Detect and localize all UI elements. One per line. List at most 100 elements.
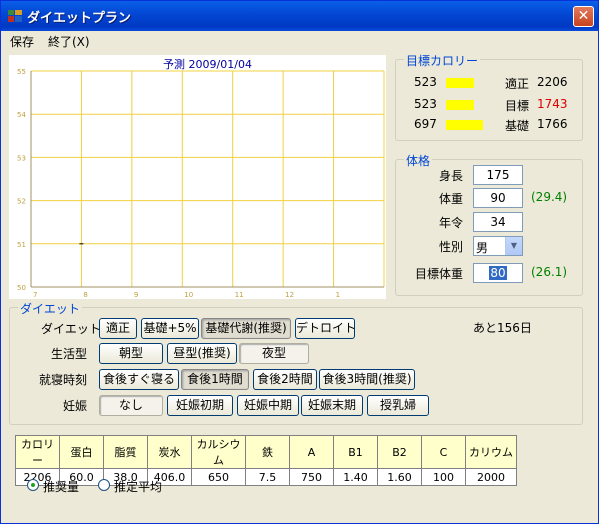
calorie-label: 適正 bbox=[505, 77, 530, 91]
weight-bmi: (29.4) bbox=[531, 190, 568, 204]
average-radio[interactable] bbox=[98, 479, 110, 491]
diet-option-button[interactable]: 妊娠末期 bbox=[301, 395, 363, 416]
nutrition-value-cell: 2000 bbox=[465, 468, 517, 486]
diet-option-button[interactable]: 昼型(推奨) bbox=[167, 343, 237, 364]
recommended-radio[interactable] bbox=[27, 479, 39, 491]
calorie-bar bbox=[446, 120, 483, 130]
diet-option-button[interactable]: 食後2時間 bbox=[253, 369, 317, 390]
y-tick-label: 51 bbox=[17, 241, 26, 249]
body-group-title: 体格 bbox=[404, 152, 433, 169]
y-tick-label: 55 bbox=[17, 68, 26, 76]
sex-label: 性別 bbox=[439, 240, 464, 254]
nutrition-value-row: 2206 60.0 38.0 406.0 650 7.5 750 1.40 1.60 100 200… bbox=[15, 468, 517, 486]
y-tick-label: 52 bbox=[17, 198, 26, 206]
forecast-chart: 予測 2009/01/04 7 8 9 10 11 12 1 50 51 52 53 54 55 bbox=[9, 55, 386, 299]
sex-select-value: 男 bbox=[476, 241, 489, 255]
diet-option-button[interactable]: デトロイト bbox=[295, 318, 356, 339]
diet-option-button[interactable]: 朝型 bbox=[99, 343, 163, 364]
weight-label: 体重 bbox=[439, 192, 464, 206]
diet-row-label: 就寝時刻 bbox=[39, 373, 88, 387]
x-tick-label: 11 bbox=[235, 291, 244, 299]
target-weight-label: 目標体重 bbox=[415, 267, 464, 281]
age-label: 年令 bbox=[439, 216, 464, 230]
y-tick-label: 53 bbox=[17, 154, 26, 162]
x-tick-label: 1 bbox=[336, 291, 340, 299]
nutrition-header-cell: カリウム bbox=[465, 435, 517, 469]
calorie-bar bbox=[446, 78, 474, 88]
calorie-amount: 1743 bbox=[537, 97, 568, 111]
recommended-label[interactable]: 推奨量 bbox=[43, 478, 79, 495]
close-button[interactable]: ✕ bbox=[573, 6, 594, 27]
nutrition-value-cell: 7.5 bbox=[245, 468, 290, 486]
nutrition-table: カロリー 蛋白 脂質 炭水 カルシウム鉄 A B1 B2 C カリウム 2206 60.0 38.0 4… bbox=[15, 435, 517, 486]
diet-row-label: ダイエット bbox=[41, 322, 101, 336]
x-tick-label: 8 bbox=[83, 291, 87, 299]
nutrition-header-cell: 炭水 bbox=[147, 435, 192, 469]
nutrition-value-cell: 750 bbox=[289, 468, 334, 486]
calorie-amount: 1766 bbox=[537, 117, 568, 131]
title-bar[interactable]: ダイエットプラン ✕ bbox=[1, 1, 598, 31]
target-weight-input[interactable]: 80 bbox=[473, 263, 523, 283]
nutrition-header-cell: B2 bbox=[377, 435, 422, 469]
nutrition-value-cell: 1.40 bbox=[333, 468, 378, 486]
menu-bar: 保存 終了(X) bbox=[1, 31, 598, 50]
radio-selected-dot bbox=[31, 483, 35, 487]
height-input[interactable]: 175 bbox=[473, 165, 523, 185]
diet-option-button[interactable]: 妊娠中期 bbox=[237, 395, 299, 416]
calorie-bar bbox=[446, 100, 474, 110]
nutrition-header-cell: 蛋白 bbox=[59, 435, 104, 469]
diet-option-button[interactable]: 食後1時間 bbox=[181, 369, 249, 390]
diet-option-button[interactable]: なし bbox=[99, 395, 163, 416]
age-input[interactable]: 34 bbox=[473, 212, 523, 232]
calorie-label: 目標 bbox=[505, 99, 530, 113]
menu-exit[interactable]: 終了(X) bbox=[48, 33, 90, 50]
nutrition-value-cell: 100 bbox=[421, 468, 466, 486]
y-tick-label: 50 bbox=[17, 284, 26, 292]
weight-input[interactable]: 90 bbox=[473, 188, 523, 208]
chevron-down-icon[interactable]: ▼ bbox=[505, 237, 522, 255]
target-weight-bmi: (26.1) bbox=[531, 265, 568, 279]
days-remaining: あと156日 bbox=[473, 321, 532, 335]
nutrition-value-cell: 650 bbox=[191, 468, 246, 486]
nutrition-header-cell: 脂質 bbox=[103, 435, 148, 469]
app-icon bbox=[8, 10, 22, 22]
x-tick-label: 10 bbox=[184, 291, 193, 299]
diet-row-label: 生活型 bbox=[51, 347, 88, 361]
diet-option-button[interactable]: 食後すぐ寝る bbox=[99, 369, 179, 390]
average-label[interactable]: 推定平均 bbox=[114, 478, 162, 495]
diet-option-button[interactable]: 夜型 bbox=[239, 343, 309, 364]
calorie-amount: 2206 bbox=[537, 75, 568, 89]
sex-select[interactable]: 男 ▼ bbox=[473, 236, 523, 256]
menu-save[interactable]: 保存 bbox=[10, 33, 34, 50]
app-window: ダイエットプラン ✕ 保存 終了(X) 予測 2009/01/04 7 8 9 10 11… bbox=[0, 0, 599, 524]
nutrition-value-cell: 1.60 bbox=[377, 468, 422, 486]
nutrition-header-cell: B1 bbox=[333, 435, 378, 469]
calorie-group-title: 目標カロリー bbox=[404, 52, 481, 69]
calorie-value: 523 bbox=[414, 97, 437, 111]
window-title: ダイエットプラン bbox=[27, 11, 131, 26]
forecast-chart-svg: 予測 2009/01/04 7 8 9 10 11 12 1 50 51 52 53 54 55 bbox=[17, 57, 385, 299]
y-tick-label: 54 bbox=[17, 111, 26, 119]
diet-option-button[interactable]: 基礎+5% bbox=[141, 318, 199, 339]
x-tick-label: 9 bbox=[134, 291, 138, 299]
nutrition-header-cell: C bbox=[421, 435, 466, 469]
diet-row-label: 妊娠 bbox=[63, 399, 88, 413]
calorie-label: 基礎 bbox=[505, 119, 530, 133]
diet-option-button[interactable]: 妊娠初期 bbox=[167, 395, 233, 416]
chart-title: 予測 2009/01/04 bbox=[163, 57, 252, 71]
diet-group-title: ダイエット bbox=[18, 300, 82, 317]
nutrition-header-cell: カロリー bbox=[15, 435, 60, 469]
nutrition-header-cell: A bbox=[289, 435, 334, 469]
calorie-value: 523 bbox=[414, 75, 437, 89]
nutrition-header-cell: 鉄 bbox=[245, 435, 290, 469]
target-weight-value: 80 bbox=[489, 266, 507, 280]
diet-option-button[interactable]: 授乳婦 bbox=[367, 395, 429, 416]
nutrition-header-cell: カルシウム bbox=[191, 435, 246, 469]
x-tick-label: 12 bbox=[285, 291, 294, 299]
diet-option-button[interactable]: 基礎代謝(推奨) bbox=[201, 318, 291, 339]
diet-option-button[interactable]: 適正 bbox=[99, 318, 137, 339]
nutrition-header-row: カロリー 蛋白 脂質 炭水 カルシウム鉄 A B1 B2 C カリウム bbox=[15, 435, 517, 469]
height-label: 身長 bbox=[439, 169, 464, 183]
diet-option-button[interactable]: 食後3時間(推奨) bbox=[319, 369, 415, 390]
x-tick-label: 7 bbox=[33, 291, 37, 299]
